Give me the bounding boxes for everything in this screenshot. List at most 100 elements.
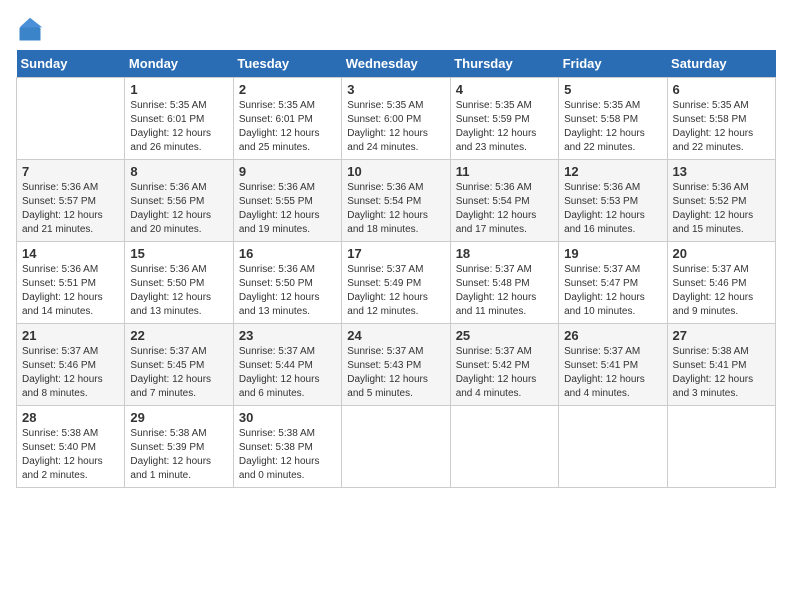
calendar-cell: 10 Sunrise: 5:36 AMSunset: 5:54 PMDayligh… — [342, 160, 450, 242]
day-number: 22 — [130, 328, 227, 343]
calendar-cell: 22 Sunrise: 5:37 AMSunset: 5:45 PMDayligh… — [125, 324, 233, 406]
calendar-cell: 24 Sunrise: 5:37 AMSunset: 5:43 PMDayligh… — [342, 324, 450, 406]
calendar-cell: 25Sunrise: 5:37 AMSunset: 5:42 PMDayligh… — [450, 324, 558, 406]
calendar-cell: 27 Sunrise: 5:38 AMSunset: 5:41 PMDayligh… — [667, 324, 775, 406]
day-number: 24 — [347, 328, 444, 343]
calendar-cell: 3 Sunrise: 5:35 AMSunset: 6:00 PMDaylight… — [342, 78, 450, 160]
day-info: Sunrise: 5:38 AMSunset: 5:41 PMDaylight:… — [673, 345, 770, 401]
day-info: Sunrise: 5:38 AMSunset: 5:38 PMDaylight:… — [239, 427, 336, 483]
day-info: Sunrise: 5:35 AMSunset: 5:59 PMDaylight:… — [456, 99, 553, 155]
day-number: 5 — [564, 82, 661, 97]
day-info: Sunrise: 5:36 AMSunset: 5:55 PMDaylight:… — [239, 181, 336, 237]
day-number: 30 — [239, 410, 336, 425]
calendar-cell: 11Sunrise: 5:36 AMSunset: 5:54 PMDayligh… — [450, 160, 558, 242]
day-info: Sunrise: 5:35 AMSunset: 6:01 PMDaylight:… — [130, 99, 227, 155]
calendar-cell: 6 Sunrise: 5:35 AMSunset: 5:58 PMDaylight… — [667, 78, 775, 160]
day-number: 9 — [239, 164, 336, 179]
calendar-cell: 12 Sunrise: 5:36 AMSunset: 5:53 PMDayligh… — [559, 160, 667, 242]
day-info: Sunrise: 5:38 AMSunset: 5:40 PMDaylight:… — [22, 427, 119, 483]
day-info: Sunrise: 5:36 AMSunset: 5:50 PMDaylight:… — [239, 263, 336, 319]
calendar-cell: 18 Sunrise: 5:37 AMSunset: 5:48 PMDayligh… — [450, 242, 558, 324]
calendar-cell: 20 Sunrise: 5:37 AMSunset: 5:46 PMDayligh… — [667, 242, 775, 324]
day-info: Sunrise: 5:37 AMSunset: 5:44 PMDaylight:… — [239, 345, 336, 401]
calendar-cell: 9 Sunrise: 5:36 AMSunset: 5:55 PMDaylight… — [233, 160, 341, 242]
header-row: SundayMondayTuesdayWednesdayThursdayFrid… — [17, 50, 776, 78]
calendar-cell: 28 Sunrise: 5:38 AMSunset: 5:40 PMDayligh… — [17, 406, 125, 488]
col-header-monday: Monday — [125, 50, 233, 78]
day-info: Sunrise: 5:37 AMSunset: 5:46 PMDaylight:… — [22, 345, 119, 401]
calendar-cell: 16 Sunrise: 5:36 AMSunset: 5:50 PMDayligh… — [233, 242, 341, 324]
day-number: 8 — [130, 164, 227, 179]
day-info: Sunrise: 5:36 AMSunset: 5:52 PMDaylight:… — [673, 181, 770, 237]
calendar-cell: 29Sunrise: 5:38 AMSunset: 5:39 PMDayligh… — [125, 406, 233, 488]
calendar-cell: 7 Sunrise: 5:36 AMSunset: 5:57 PMDaylight… — [17, 160, 125, 242]
calendar-cell: 8 Sunrise: 5:36 AMSunset: 5:56 PMDaylight… — [125, 160, 233, 242]
day-info: Sunrise: 5:37 AMSunset: 5:46 PMDaylight:… — [673, 263, 770, 319]
day-number: 10 — [347, 164, 444, 179]
day-info: Sunrise: 5:35 AMSunset: 6:00 PMDaylight:… — [347, 99, 444, 155]
day-info: Sunrise: 5:37 AMSunset: 5:41 PMDaylight:… — [564, 345, 661, 401]
day-number: 18 — [456, 246, 553, 261]
day-info: Sunrise: 5:35 AMSunset: 5:58 PMDaylight:… — [564, 99, 661, 155]
day-info: Sunrise: 5:35 AMSunset: 5:58 PMDaylight:… — [673, 99, 770, 155]
day-info: Sunrise: 5:35 AMSunset: 6:01 PMDaylight:… — [239, 99, 336, 155]
day-number: 14 — [22, 246, 119, 261]
day-info: Sunrise: 5:36 AMSunset: 5:54 PMDaylight:… — [456, 181, 553, 237]
col-header-sunday: Sunday — [17, 50, 125, 78]
calendar-cell: 4 Sunrise: 5:35 AMSunset: 5:59 PMDaylight… — [450, 78, 558, 160]
calendar-cell: 5 Sunrise: 5:35 AMSunset: 5:58 PMDaylight… — [559, 78, 667, 160]
day-info: Sunrise: 5:37 AMSunset: 5:47 PMDaylight:… — [564, 263, 661, 319]
day-number: 27 — [673, 328, 770, 343]
day-number: 1 — [130, 82, 227, 97]
day-number: 17 — [347, 246, 444, 261]
page-header — [16, 16, 776, 44]
day-number: 29 — [130, 410, 227, 425]
day-number: 28 — [22, 410, 119, 425]
day-info: Sunrise: 5:36 AMSunset: 5:54 PMDaylight:… — [347, 181, 444, 237]
day-number: 12 — [564, 164, 661, 179]
day-number: 19 — [564, 246, 661, 261]
calendar-cell: 26Sunrise: 5:37 AMSunset: 5:41 PMDayligh… — [559, 324, 667, 406]
day-number: 20 — [673, 246, 770, 261]
calendar-cell: 17 Sunrise: 5:37 AMSunset: 5:49 PMDayligh… — [342, 242, 450, 324]
day-number: 6 — [673, 82, 770, 97]
calendar-cell — [450, 406, 558, 488]
calendar-cell: 23 Sunrise: 5:37 AMSunset: 5:44 PMDayligh… — [233, 324, 341, 406]
calendar-cell: 2 Sunrise: 5:35 AMSunset: 6:01 PMDaylight… — [233, 78, 341, 160]
day-info: Sunrise: 5:36 AMSunset: 5:50 PMDaylight:… — [130, 263, 227, 319]
day-number: 2 — [239, 82, 336, 97]
day-info: Sunrise: 5:36 AMSunset: 5:53 PMDaylight:… — [564, 181, 661, 237]
calendar-cell — [342, 406, 450, 488]
calendar-cell — [17, 78, 125, 160]
day-info: Sunrise: 5:36 AMSunset: 5:56 PMDaylight:… — [130, 181, 227, 237]
day-number: 4 — [456, 82, 553, 97]
day-number: 7 — [22, 164, 119, 179]
day-info: Sunrise: 5:37 AMSunset: 5:48 PMDaylight:… — [456, 263, 553, 319]
col-header-tuesday: Tuesday — [233, 50, 341, 78]
calendar-cell — [559, 406, 667, 488]
calendar-table: SundayMondayTuesdayWednesdayThursdayFrid… — [16, 50, 776, 488]
week-row-2: 7 Sunrise: 5:36 AMSunset: 5:57 PMDaylight… — [17, 160, 776, 242]
calendar-cell: 19 Sunrise: 5:37 AMSunset: 5:47 PMDayligh… — [559, 242, 667, 324]
col-header-wednesday: Wednesday — [342, 50, 450, 78]
day-info: Sunrise: 5:37 AMSunset: 5:45 PMDaylight:… — [130, 345, 227, 401]
week-row-3: 14 Sunrise: 5:36 AMSunset: 5:51 PMDayligh… — [17, 242, 776, 324]
day-number: 13 — [673, 164, 770, 179]
week-row-1: 1 Sunrise: 5:35 AMSunset: 6:01 PMDaylight… — [17, 78, 776, 160]
day-number: 3 — [347, 82, 444, 97]
logo-icon — [16, 16, 44, 44]
logo — [16, 16, 48, 44]
day-number: 15 — [130, 246, 227, 261]
calendar-cell: 30 Sunrise: 5:38 AMSunset: 5:38 PMDayligh… — [233, 406, 341, 488]
day-number: 16 — [239, 246, 336, 261]
day-info: Sunrise: 5:37 AMSunset: 5:43 PMDaylight:… — [347, 345, 444, 401]
calendar-cell — [667, 406, 775, 488]
calendar-cell: 1 Sunrise: 5:35 AMSunset: 6:01 PMDaylight… — [125, 78, 233, 160]
day-info: Sunrise: 5:36 AMSunset: 5:51 PMDaylight:… — [22, 263, 119, 319]
day-info: Sunrise: 5:37 AMSunset: 5:49 PMDaylight:… — [347, 263, 444, 319]
day-info: Sunrise: 5:36 AMSunset: 5:57 PMDaylight:… — [22, 181, 119, 237]
calendar-cell: 13 Sunrise: 5:36 AMSunset: 5:52 PMDayligh… — [667, 160, 775, 242]
day-number: 23 — [239, 328, 336, 343]
week-row-5: 28 Sunrise: 5:38 AMSunset: 5:40 PMDayligh… — [17, 406, 776, 488]
col-header-friday: Friday — [559, 50, 667, 78]
